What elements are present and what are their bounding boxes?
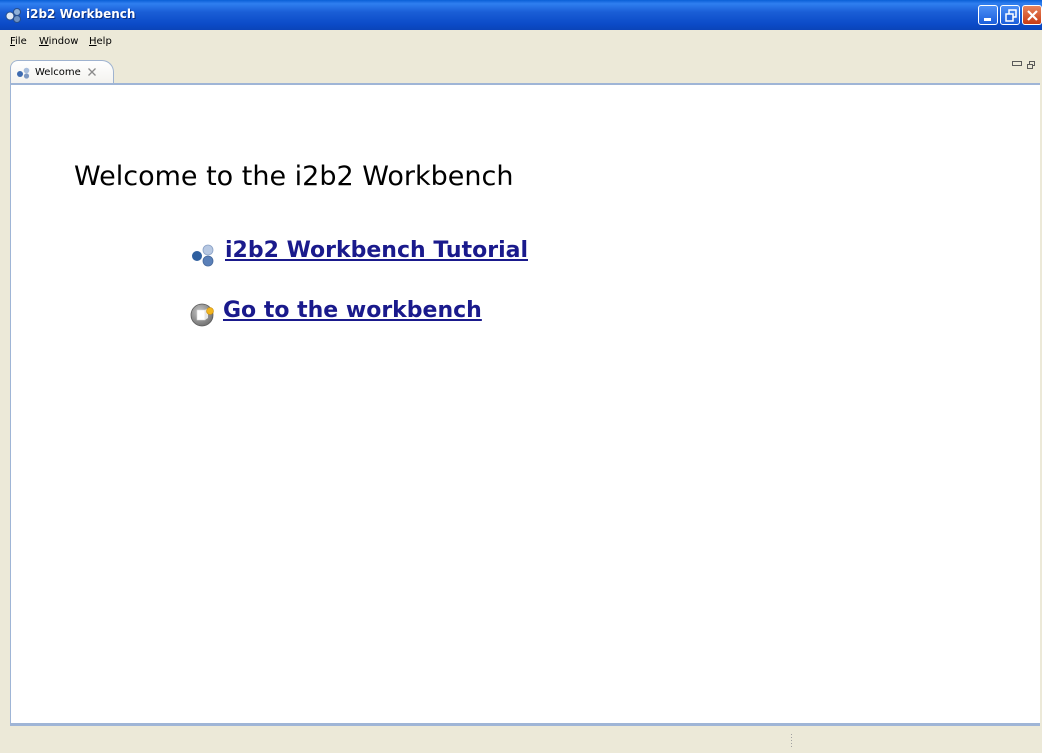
menu-window[interactable]: Window xyxy=(39,36,78,47)
i2b2-logo-icon xyxy=(17,67,30,79)
tutorial-link[interactable]: i2b2 Workbench Tutorial xyxy=(225,238,528,263)
separator-grip-icon xyxy=(791,734,792,747)
workbench-icon xyxy=(190,303,214,327)
tab-label: Welcome xyxy=(35,67,81,78)
minimize-button[interactable] xyxy=(978,5,998,25)
view-minimize-icon[interactable] xyxy=(1012,61,1022,67)
menu-bar: File Window Help xyxy=(0,30,1042,52)
menu-file[interactable]: File xyxy=(10,36,27,47)
close-button[interactable] xyxy=(1022,5,1042,25)
restore-button[interactable] xyxy=(1000,5,1020,25)
view-restore-icon[interactable] xyxy=(1026,60,1036,70)
title-bar[interactable]: i2b2 Workbench xyxy=(0,0,1042,30)
go-to-workbench-link[interactable]: Go to the workbench xyxy=(223,298,482,323)
app-window: i2b2 Workbench File Window Help Welcome … xyxy=(0,0,1042,753)
menu-help[interactable]: Help xyxy=(89,36,112,47)
tab-strip: Welcome xyxy=(8,58,1042,84)
tab-welcome[interactable]: Welcome xyxy=(10,60,114,84)
page-title: Welcome to the i2b2 Workbench xyxy=(74,161,514,192)
minimize-icon xyxy=(984,18,991,21)
restore-icon xyxy=(1005,9,1017,22)
close-icon[interactable] xyxy=(87,67,97,77)
window-title: i2b2 Workbench xyxy=(26,7,136,21)
welcome-page: Welcome to the i2b2 Workbench i2b2 Workb… xyxy=(10,83,1040,726)
status-bar xyxy=(0,728,1042,753)
close-icon xyxy=(1027,10,1038,21)
i2b2-logo-icon xyxy=(192,244,214,267)
i2b2-logo-icon xyxy=(5,8,21,23)
